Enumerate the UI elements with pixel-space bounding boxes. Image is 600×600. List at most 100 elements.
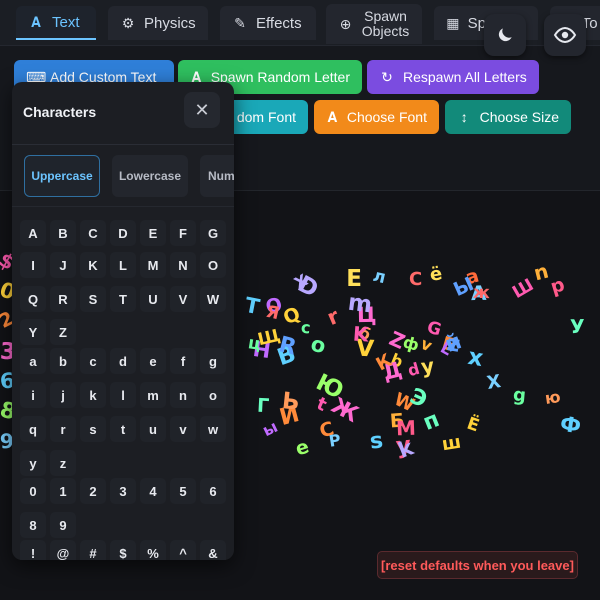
character-key[interactable]: J	[50, 252, 76, 278]
character-key[interactable]: j	[50, 382, 76, 408]
character-key[interactable]: 8	[20, 512, 46, 538]
falling-letter[interactable]: Ь	[281, 388, 301, 416]
character-key[interactable]: 6	[200, 478, 226, 504]
falling-letter[interactable]: n	[531, 259, 551, 286]
tab-effects[interactable]: ✎ Effects	[220, 6, 316, 40]
tab-physics[interactable]: ⚙ Physics	[108, 6, 208, 40]
falling-letter[interactable]: Ш	[509, 275, 537, 303]
character-key[interactable]: 9	[50, 512, 76, 538]
character-key[interactable]: z	[50, 450, 76, 476]
character-key[interactable]: Q	[20, 286, 46, 312]
close-button[interactable]: ✕	[184, 92, 220, 128]
character-key[interactable]: 0	[20, 478, 46, 504]
falling-letter[interactable]: Г	[257, 394, 270, 417]
choose-size-button[interactable]: ↕ Choose Size	[445, 100, 571, 134]
character-key[interactable]: O	[200, 252, 226, 278]
choose-font-button[interactable]: 𝐀 Choose Font	[314, 100, 439, 134]
character-key[interactable]: S	[80, 286, 106, 312]
character-key[interactable]: E	[140, 220, 166, 246]
falling-letter[interactable]: с	[300, 317, 311, 337]
character-key[interactable]: @	[50, 540, 76, 560]
falling-letter[interactable]: x	[466, 344, 485, 372]
falling-letter[interactable]: r	[324, 304, 343, 330]
character-key[interactable]: d	[110, 348, 136, 374]
character-key[interactable]: m	[140, 382, 166, 408]
character-key[interactable]: B	[50, 220, 76, 246]
character-key[interactable]: t	[110, 416, 136, 442]
character-key[interactable]: U	[140, 286, 166, 312]
tab-uppercase[interactable]: Uppercase	[24, 155, 100, 197]
character-key[interactable]: r	[50, 416, 76, 442]
falling-letter[interactable]: e	[293, 435, 312, 460]
character-key[interactable]: q	[20, 416, 46, 442]
falling-letter[interactable]: л	[371, 266, 388, 288]
falling-letter[interactable]: Ё	[464, 413, 482, 436]
character-key[interactable]: l	[110, 382, 136, 408]
character-key[interactable]: C	[80, 220, 106, 246]
falling-letter[interactable]: Я	[264, 302, 281, 324]
falling-letter[interactable]: d	[405, 359, 421, 380]
character-key[interactable]: A	[20, 220, 46, 246]
falling-letter[interactable]: ш	[440, 431, 462, 455]
falling-letter[interactable]: P	[328, 431, 343, 452]
character-key[interactable]: %	[140, 540, 166, 560]
character-key[interactable]: n	[170, 382, 196, 408]
character-key[interactable]: w	[200, 416, 226, 442]
falling-letter[interactable]: Q	[279, 302, 303, 329]
character-key[interactable]: a	[20, 348, 46, 374]
character-key[interactable]: 1	[50, 478, 76, 504]
character-key[interactable]: b	[50, 348, 76, 374]
character-key[interactable]: W	[200, 286, 226, 312]
character-key[interactable]: k	[80, 382, 106, 408]
falling-letter[interactable]: С	[409, 269, 423, 290]
character-key[interactable]: Y	[20, 319, 46, 345]
character-key[interactable]: N	[170, 252, 196, 278]
tab-lowercase[interactable]: Lowercase	[112, 155, 188, 197]
falling-letter[interactable]: Ф	[559, 412, 583, 439]
falling-letter[interactable]: X	[485, 371, 502, 394]
falling-letter[interactable]: п	[420, 407, 443, 436]
character-key[interactable]: G	[200, 220, 226, 246]
falling-letter[interactable]: У	[570, 316, 585, 338]
visibility-toggle-button[interactable]	[544, 14, 586, 56]
character-key[interactable]: y	[20, 450, 46, 476]
character-key[interactable]: D	[110, 220, 136, 246]
character-key[interactable]: T	[110, 286, 136, 312]
character-key[interactable]: 4	[140, 478, 166, 504]
character-key[interactable]: o	[200, 382, 226, 408]
falling-letter[interactable]: s	[368, 429, 384, 455]
falling-letter[interactable]: T	[242, 293, 261, 319]
falling-letter[interactable]: m	[347, 289, 374, 318]
character-key[interactable]: g	[200, 348, 226, 374]
falling-letter[interactable]: ё	[428, 263, 443, 286]
character-key[interactable]: s	[80, 416, 106, 442]
character-key[interactable]: u	[140, 416, 166, 442]
falling-letter[interactable]: y	[419, 353, 435, 378]
falling-letter[interactable]: o	[309, 332, 329, 359]
falling-letter[interactable]: g	[512, 384, 527, 406]
character-key[interactable]: #	[80, 540, 106, 560]
falling-letter[interactable]: ю	[544, 387, 562, 408]
character-key[interactable]: $	[110, 540, 136, 560]
character-key[interactable]: M	[140, 252, 166, 278]
character-key[interactable]: e	[140, 348, 166, 374]
character-key[interactable]: c	[80, 348, 106, 374]
character-key[interactable]: 2	[80, 478, 106, 504]
falling-letter[interactable]: Е	[346, 268, 362, 291]
character-key[interactable]: v	[170, 416, 196, 442]
character-key[interactable]: F	[170, 220, 196, 246]
falling-letter[interactable]: р	[548, 273, 567, 298]
tab-numbers[interactable]: Num	[200, 155, 234, 197]
character-key[interactable]: V	[170, 286, 196, 312]
character-key[interactable]: &	[200, 540, 226, 560]
tab-spawn-objects[interactable]: ⊕ Spawn Objects	[326, 4, 422, 44]
tab-text[interactable]: 𝐀 Text	[16, 6, 96, 40]
character-key[interactable]: I	[20, 252, 46, 278]
character-key[interactable]: f	[170, 348, 196, 374]
character-key[interactable]: K	[80, 252, 106, 278]
falling-letter[interactable]: K	[352, 321, 369, 346]
character-key[interactable]: !	[20, 540, 46, 560]
character-key[interactable]: i	[20, 382, 46, 408]
character-key[interactable]: Z	[50, 319, 76, 345]
falling-letter[interactable]: ы	[259, 416, 280, 439]
